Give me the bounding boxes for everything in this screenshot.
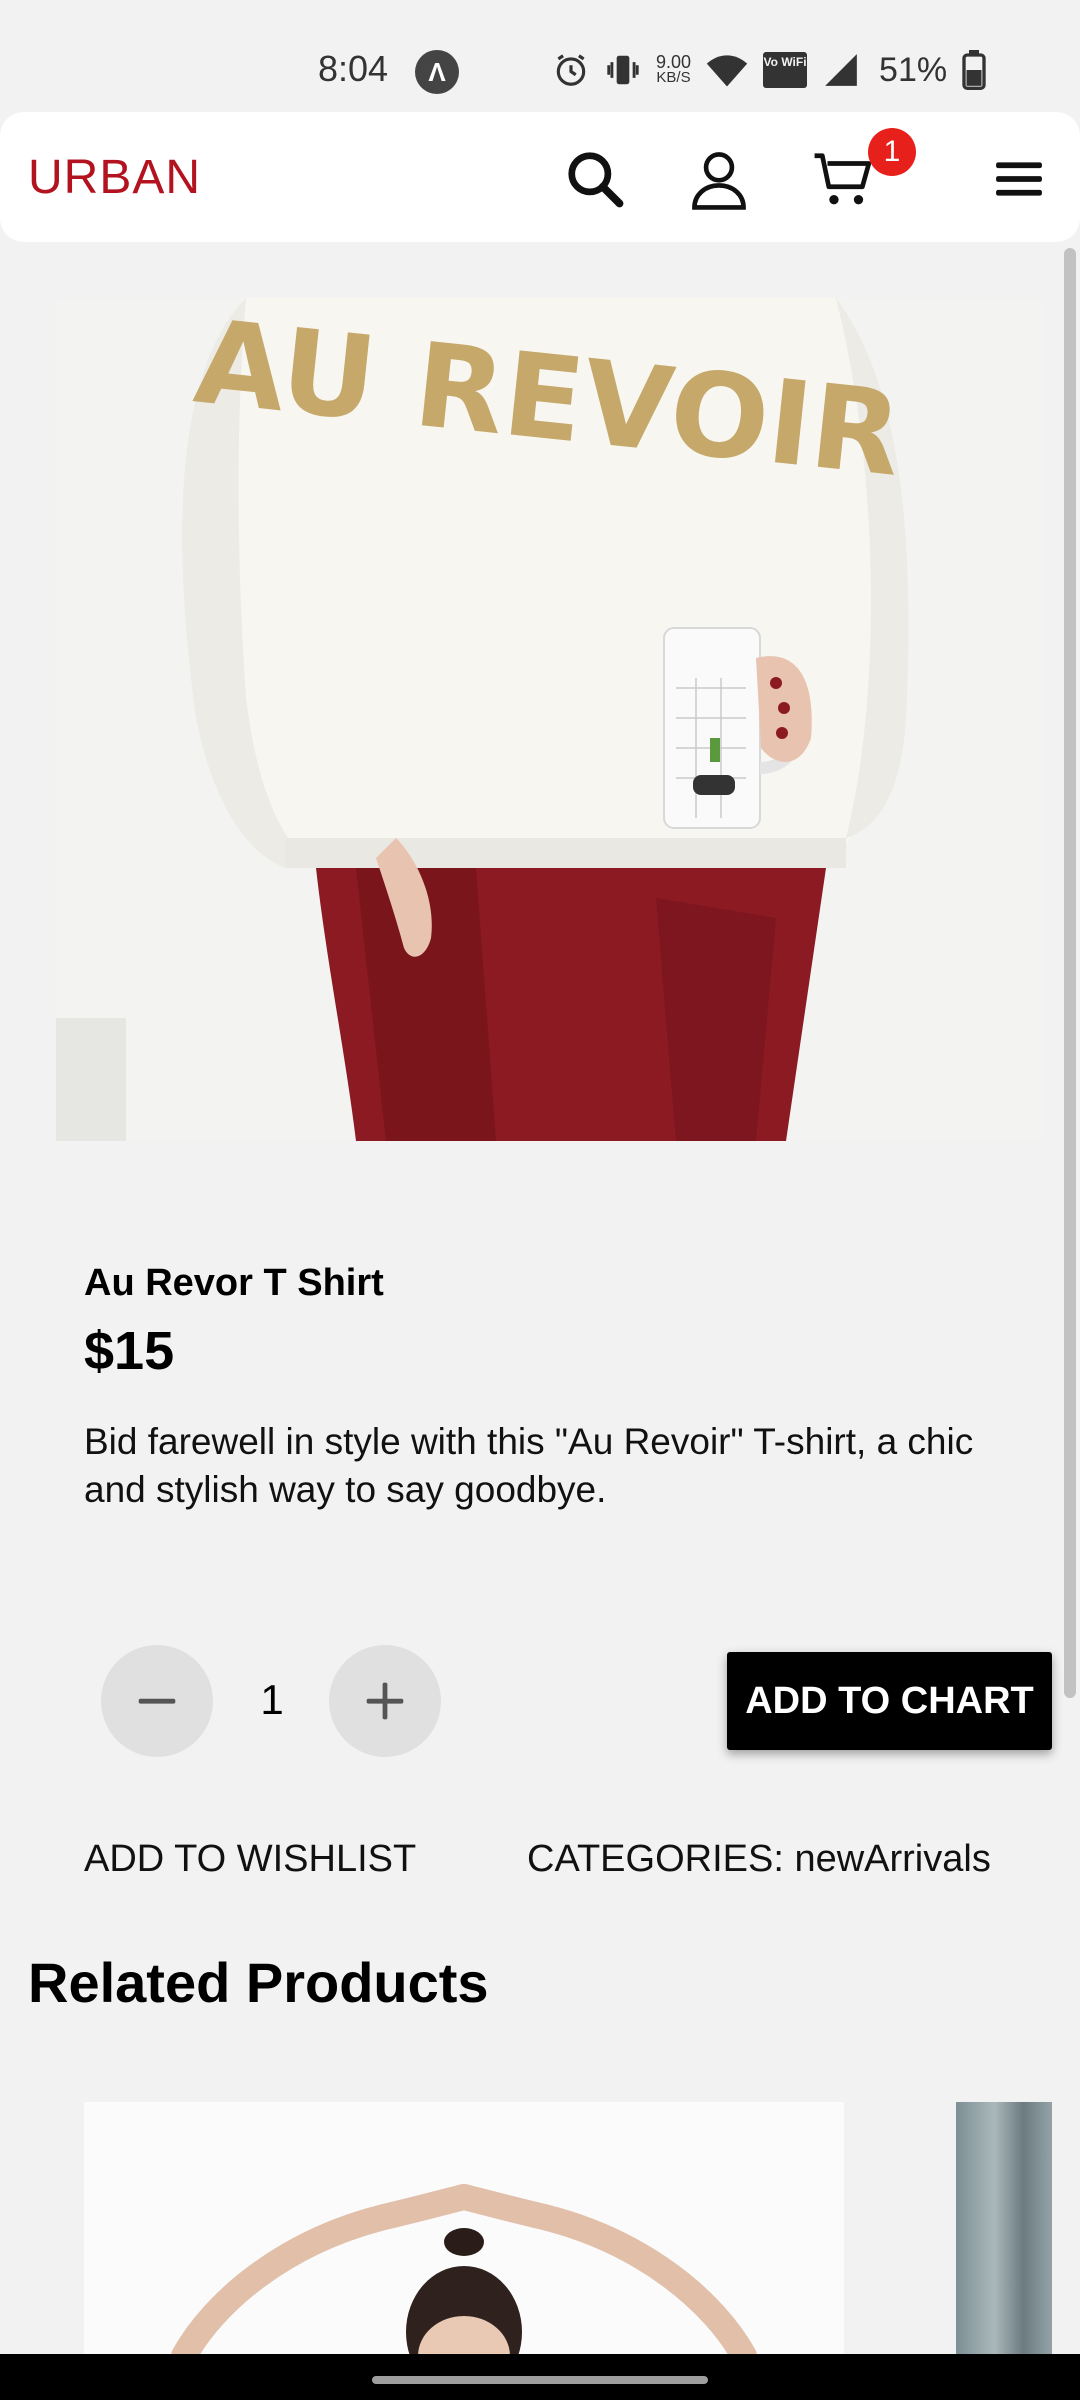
- cart-count-badge: 1: [868, 128, 916, 176]
- vibrate-icon: [607, 55, 639, 85]
- net-speed-unit: KB/S: [656, 69, 691, 86]
- battery-icon: [962, 50, 986, 90]
- app-notification-icon: Λ: [415, 50, 459, 94]
- related-products-title: Related Products: [28, 1951, 489, 2014]
- status-icons: 9.00 KB/S Vo WiFi 51%: [552, 48, 987, 92]
- add-to-cart-button[interactable]: ADD TO CHART: [727, 1652, 1052, 1750]
- plus-icon: [366, 1682, 404, 1720]
- menu-icon[interactable]: [984, 144, 1054, 214]
- product-description: Bid farewell in style with this "Au Revo…: [84, 1421, 974, 1510]
- product-photo: AU REVOIR: [56, 298, 1042, 1141]
- product-name: Au Revor T Shirt: [84, 1262, 384, 1304]
- net-speed-value: 9.00: [656, 52, 692, 72]
- related-product-card[interactable]: [84, 2102, 844, 2356]
- wifi-icon: [706, 55, 748, 87]
- search-icon[interactable]: [560, 144, 630, 214]
- minus-icon: [138, 1698, 176, 1704]
- vowifi-icon: Vo WiFi: [763, 52, 808, 88]
- related-product-card[interactable]: [956, 2102, 1052, 2356]
- brand-logo[interactable]: URBAN: [28, 150, 201, 205]
- product-image: AU REVOIR: [56, 298, 1042, 1141]
- add-to-wishlist-link[interactable]: ADD TO WISHLIST: [84, 1838, 416, 1881]
- product-categories[interactable]: CATEGORIES: newArrivals: [527, 1838, 991, 1881]
- site-header: URBAN: [0, 112, 1080, 242]
- battery-percent: 51%: [879, 50, 948, 89]
- user-icon[interactable]: [684, 144, 754, 214]
- status-time: 8:04: [318, 48, 389, 89]
- quantity-increase-button[interactable]: [329, 1645, 441, 1757]
- net-speed: 9.00 KB/S: [656, 52, 692, 86]
- related-product-image: [84, 2102, 844, 2356]
- home-gesture-handle[interactable]: [372, 2376, 708, 2384]
- quantity-decrease-button[interactable]: [101, 1645, 213, 1757]
- quantity-value: 1: [260, 1676, 284, 1723]
- status-bar: 8:04 Λ 9.00 KB/S Vo WiFi 51%: [0, 0, 1080, 112]
- signal-icon: [825, 54, 857, 86]
- vowifi-label: Vo WiFi: [763, 55, 807, 69]
- page-scrollbar[interactable]: [1064, 248, 1076, 1698]
- alarm-icon: [556, 54, 586, 86]
- product-price: $15: [84, 1321, 175, 1381]
